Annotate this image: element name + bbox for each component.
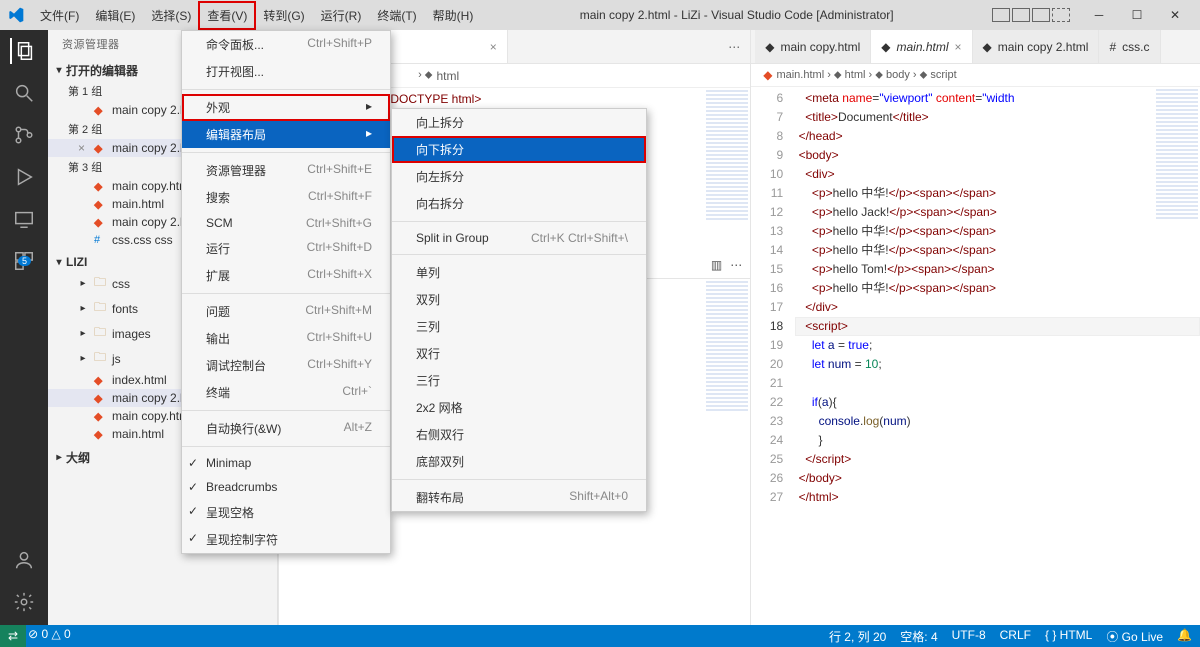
title-bar: 文件(F)编辑(E)选择(S)查看(V)转到(G)运行(R)终端(T)帮助(H)… <box>0 0 1200 30</box>
menu-文件(F)[interactable]: 文件(F) <box>32 2 87 29</box>
status-problems[interactable]: ⊘ 0 △ 0 <box>28 627 71 645</box>
status-encoding[interactable]: UTF-8 <box>952 628 986 645</box>
menu-item[interactable]: 向下拆分 <box>392 136 646 163</box>
menu-item[interactable]: 扩展Ctrl+Shift+X <box>182 262 390 289</box>
status-indentation[interactable]: 空格: 4 <box>900 628 937 645</box>
split-icon[interactable]: ▥ <box>711 258 722 272</box>
source-control-icon[interactable] <box>11 122 37 148</box>
close-icon[interactable]: × <box>955 40 962 54</box>
menu-item[interactable]: 双列 <box>392 286 646 313</box>
close-icon[interactable]: × <box>490 40 497 54</box>
menu-item[interactable]: 调试控制台Ctrl+Shift+Y <box>182 352 390 379</box>
maximize-button[interactable]: ☐ <box>1120 4 1154 26</box>
menu-item[interactable]: 编辑器布局▸ <box>182 121 390 148</box>
menu-item[interactable]: 向左拆分 <box>392 163 646 190</box>
menu-bar: 文件(F)编辑(E)选择(S)查看(V)转到(G)运行(R)终端(T)帮助(H) <box>32 2 481 29</box>
layout-icon[interactable] <box>1032 8 1050 22</box>
menu-item[interactable]: 命令面板...Ctrl+Shift+P <box>182 31 390 58</box>
menu-item[interactable]: 搜索Ctrl+Shift+F <box>182 184 390 211</box>
menu-item[interactable]: 外观▸ <box>182 94 390 121</box>
menu-item[interactable]: ✓Breadcrumbs <box>182 475 390 499</box>
window-title: main copy 2.html - LiZi - Visual Studio … <box>481 8 992 22</box>
menu-item[interactable]: 向右拆分 <box>392 190 646 217</box>
menu-item[interactable]: 问题Ctrl+Shift+M <box>182 298 390 325</box>
menu-item[interactable]: ✓Minimap <box>182 451 390 475</box>
menu-item[interactable]: 翻转布局Shift+Alt+0 <box>392 484 646 511</box>
status-cursor-position[interactable]: 行 2, 列 20 <box>829 628 886 645</box>
editor-group-right: ◆main copy.html◆main.html×◆main copy 2.h… <box>750 30 1200 625</box>
accounts-icon[interactable] <box>11 547 37 573</box>
menu-item[interactable]: Split in GroupCtrl+K Ctrl+Shift+\ <box>392 226 646 250</box>
menu-item[interactable]: ✓呈现控制字符 <box>182 526 390 553</box>
extensions-badge: 5 <box>18 256 31 266</box>
more-icon[interactable]: ⋯ <box>728 40 740 54</box>
tab[interactable]: ◆main.html× <box>871 30 972 64</box>
menu-item[interactable]: 三列 <box>392 313 646 340</box>
window-controls: ─ ☐ ✕ <box>1082 4 1192 26</box>
menu-查看(V)[interactable]: 查看(V) <box>199 2 255 29</box>
menu-item[interactable]: 单列 <box>392 259 646 286</box>
run-debug-icon[interactable] <box>11 164 37 190</box>
vscode-logo-icon <box>8 7 24 23</box>
menu-item[interactable]: 终端Ctrl+` <box>182 379 390 406</box>
menu-item[interactable]: 右侧双行 <box>392 421 646 448</box>
layout-controls[interactable] <box>992 8 1070 22</box>
remote-indicator[interactable]: ⇄ <box>0 625 26 647</box>
menu-item[interactable]: 2x2 网格 <box>392 394 646 421</box>
menu-item[interactable]: 双行 <box>392 340 646 367</box>
tab[interactable]: #css.c <box>1099 30 1160 64</box>
tab[interactable]: ◆main copy 2.html <box>973 30 1100 64</box>
code-editor[interactable]: 6789101112131415161718192021222324252627… <box>751 87 1200 625</box>
status-go-live[interactable]: ⦿ Go Live <box>1106 628 1163 645</box>
tab[interactable]: ◆main copy.html <box>755 30 871 64</box>
notifications-bell-icon[interactable]: 🔔 <box>1177 628 1192 645</box>
layout-icon[interactable] <box>1052 8 1070 22</box>
status-bar: ⇄ ⊘ 0 △ 0 行 2, 列 20 空格: 4 UTF-8 CRLF { }… <box>0 625 1200 647</box>
activity-bar: 5 <box>0 30 48 625</box>
menu-item[interactable]: SCMCtrl+Shift+G <box>182 211 390 235</box>
menu-item[interactable]: ✓呈现空格 <box>182 499 390 526</box>
menu-item[interactable]: 底部双列 <box>392 448 646 475</box>
menu-item[interactable]: 资源管理器Ctrl+Shift+E <box>182 157 390 184</box>
menu-editor-layout-dropdown[interactable]: 向上拆分向下拆分向左拆分向右拆分 Split in GroupCtrl+K Ctr… <box>391 108 647 512</box>
split-controls[interactable]: ▥⋯ <box>711 258 742 272</box>
menu-item[interactable]: 三行 <box>392 367 646 394</box>
menu-item[interactable]: 输出Ctrl+Shift+U <box>182 325 390 352</box>
menu-item[interactable]: 向上拆分 <box>392 109 646 136</box>
menu-item[interactable]: 打开视图... <box>182 58 390 85</box>
extensions-icon[interactable]: 5 <box>11 248 37 274</box>
minimize-button[interactable]: ─ <box>1082 4 1116 26</box>
layout-icon[interactable] <box>1012 8 1030 22</box>
status-eol[interactable]: CRLF <box>1000 628 1031 645</box>
settings-gear-icon[interactable] <box>11 589 37 615</box>
menu-选择(S)[interactable]: 选择(S) <box>143 2 199 29</box>
tab-bar: ◆main copy.html◆main.html×◆main copy 2.h… <box>751 30 1200 64</box>
menu-转到(G)[interactable]: 转到(G) <box>255 2 312 29</box>
layout-icon[interactable] <box>992 8 1010 22</box>
menu-终端(T)[interactable]: 终端(T) <box>369 2 424 29</box>
explorer-icon[interactable] <box>10 38 36 64</box>
menu-item[interactable]: 自动换行(&W)Alt+Z <box>182 415 390 442</box>
close-button[interactable]: ✕ <box>1158 4 1192 26</box>
search-icon[interactable] <box>11 80 37 106</box>
menu-item[interactable]: 运行Ctrl+Shift+D <box>182 235 390 262</box>
breadcrumb[interactable]: ◆ main.html › ⬥ html › ⬥ body › ⬥ script <box>751 64 1200 87</box>
menu-帮助(H)[interactable]: 帮助(H) <box>425 2 482 29</box>
menu-view-dropdown[interactable]: 命令面板...Ctrl+Shift+P打开视图... 外观▸编辑器布局▸ 资源管理器… <box>181 30 391 554</box>
menu-编辑(E)[interactable]: 编辑(E) <box>87 2 143 29</box>
remote-icon[interactable] <box>11 206 37 232</box>
more-icon[interactable]: ⋯ <box>730 258 742 272</box>
menu-运行(R)[interactable]: 运行(R) <box>313 2 370 29</box>
status-language[interactable]: { } HTML <box>1045 628 1092 645</box>
